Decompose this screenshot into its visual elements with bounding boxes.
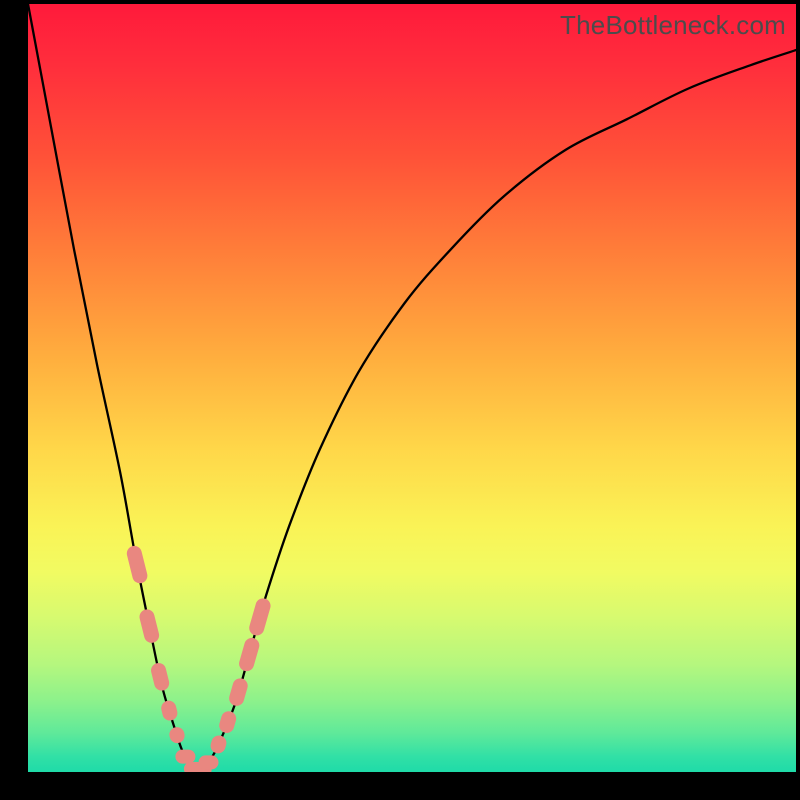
curve-marker [247,597,272,638]
curve-marker [237,636,261,673]
bottleneck-curve [28,4,796,772]
curve-markers [125,544,272,772]
chart-svg [28,4,796,772]
curve-marker [168,726,186,745]
curve-marker [227,677,249,708]
curve-marker [217,709,237,734]
curve-marker [149,661,170,692]
curve-marker [125,544,149,585]
curve-marker [209,734,228,755]
curve-marker [160,699,179,722]
plot-area: TheBottleneck.com [28,4,796,772]
curve-marker [175,750,195,764]
curve-marker [199,755,219,769]
curve-marker [138,608,161,645]
chart-frame: TheBottleneck.com [0,0,800,800]
